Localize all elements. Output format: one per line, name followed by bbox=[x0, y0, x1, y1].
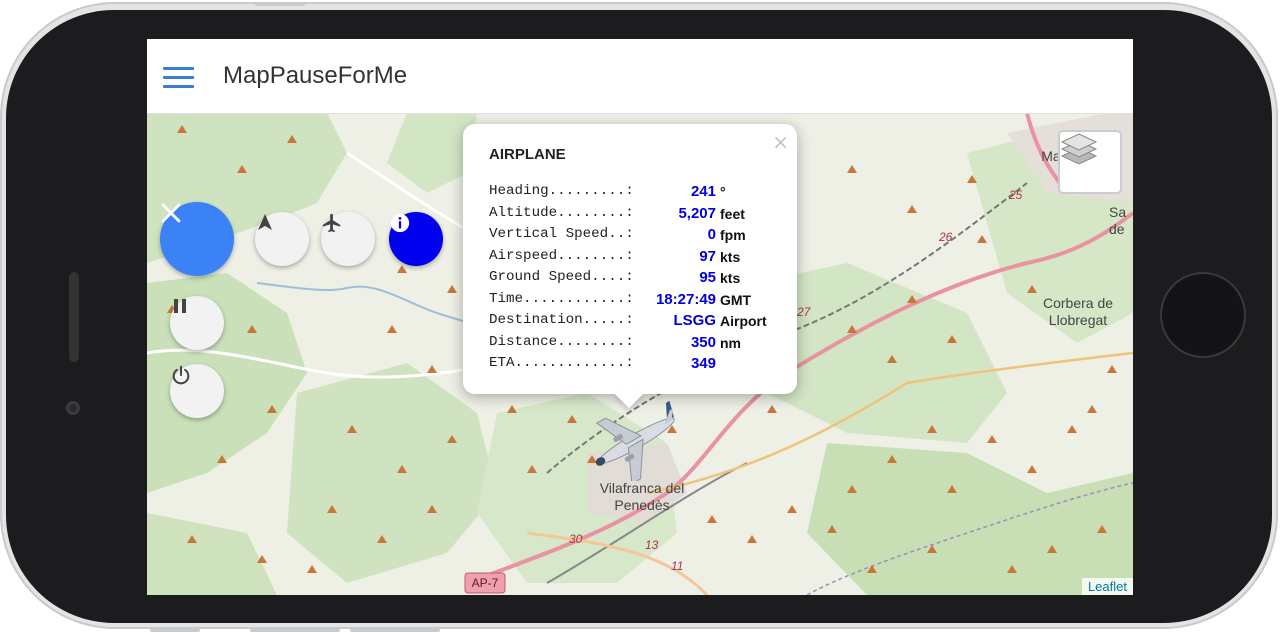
town-label: Vilafranca del Penedès bbox=[599, 480, 685, 513]
phone-camera bbox=[66, 401, 80, 415]
telemetry-unit: fpm bbox=[720, 227, 746, 243]
town-label: Sa de bbox=[1109, 204, 1127, 237]
phone-button bbox=[250, 628, 340, 632]
road-number: 26 bbox=[939, 230, 953, 244]
telemetry-value: 0 bbox=[707, 226, 716, 243]
airplane-info-popup: × AIRPLANE Heading.........: 241 ° Altitud… bbox=[463, 124, 797, 409]
layers-button[interactable] bbox=[1058, 130, 1122, 194]
airplane-icon bbox=[322, 213, 341, 233]
home-button[interactable] bbox=[1160, 272, 1246, 358]
layers-icon bbox=[1060, 133, 1098, 165]
app-header: MapPauseForMe bbox=[147, 39, 1133, 114]
telemetry-value: 5,207 bbox=[678, 204, 716, 222]
phone-speaker bbox=[69, 272, 79, 362]
pause-icon bbox=[174, 299, 186, 313]
road-number: 30 bbox=[569, 532, 583, 546]
telemetry-label: Altitude........: bbox=[489, 204, 634, 221]
telemetry-label: Heading.........: bbox=[489, 183, 634, 199]
telemetry-value: 241 bbox=[690, 183, 716, 200]
telemetry-unit: ° bbox=[720, 184, 726, 200]
telemetry-label: Airspeed........: bbox=[489, 247, 634, 264]
road-number: 11 bbox=[671, 559, 684, 573]
attribution-link[interactable]: Leaflet bbox=[1081, 578, 1133, 595]
telemetry-label: Vertical Speed..: bbox=[489, 226, 634, 242]
phone-button bbox=[350, 628, 440, 632]
navigation-arrow-icon bbox=[258, 214, 272, 230]
telemetry-value: 18:27:49 bbox=[655, 290, 716, 308]
telemetry-unit: nm bbox=[720, 334, 741, 351]
telemetry-value: 349 bbox=[690, 355, 716, 372]
telemetry-label: Destination.....: bbox=[489, 312, 634, 328]
telemetry-unit: GMT bbox=[720, 291, 752, 308]
telemetry-unit: feet bbox=[720, 205, 745, 222]
phone-button bbox=[255, 2, 305, 6]
popup-close-button[interactable]: × bbox=[772, 130, 789, 154]
app-screen: MapPauseForMe 25 26 27 30 13 11 Vilafran… bbox=[147, 39, 1133, 595]
close-button[interactable] bbox=[160, 202, 234, 276]
telemetry-value: LSGG bbox=[673, 312, 716, 329]
telemetry-label: Ground Speed....: bbox=[489, 269, 634, 285]
close-icon bbox=[161, 203, 181, 223]
road-number: 25 bbox=[1009, 188, 1023, 202]
telemetry-label: ETA.............: bbox=[489, 355, 634, 371]
telemetry-unit: Airport bbox=[720, 313, 767, 329]
telemetry-value: 350 bbox=[690, 333, 716, 351]
pause-button[interactable] bbox=[170, 296, 224, 350]
telemetry-label: Distance........: bbox=[489, 333, 634, 350]
road-number: 27 bbox=[797, 305, 811, 319]
telemetry-value: 97 bbox=[699, 247, 716, 265]
airplane-icon bbox=[595, 401, 675, 481]
town-label: Corbera de Llobregat bbox=[1042, 295, 1114, 328]
telemetry-unit: kts bbox=[720, 248, 741, 265]
info-button[interactable] bbox=[389, 212, 443, 266]
telemetry-label: Time............: bbox=[489, 290, 634, 307]
navigate-button[interactable] bbox=[255, 212, 309, 266]
highway-label: AP-7 bbox=[471, 576, 499, 590]
road-number: 13 bbox=[645, 538, 659, 552]
popup-title: AIRPLANE bbox=[489, 146, 566, 163]
menu-icon[interactable] bbox=[163, 67, 194, 89]
app-title: MapPauseForMe bbox=[223, 62, 408, 89]
power-button[interactable] bbox=[170, 364, 224, 418]
info-icon bbox=[390, 213, 410, 233]
power-icon bbox=[172, 365, 190, 385]
phone-button bbox=[150, 628, 200, 632]
airplane-marker[interactable] bbox=[581, 401, 691, 481]
airplane-button[interactable] bbox=[321, 212, 375, 266]
telemetry-value: 95 bbox=[699, 269, 716, 286]
telemetry-unit: kts bbox=[720, 270, 741, 286]
